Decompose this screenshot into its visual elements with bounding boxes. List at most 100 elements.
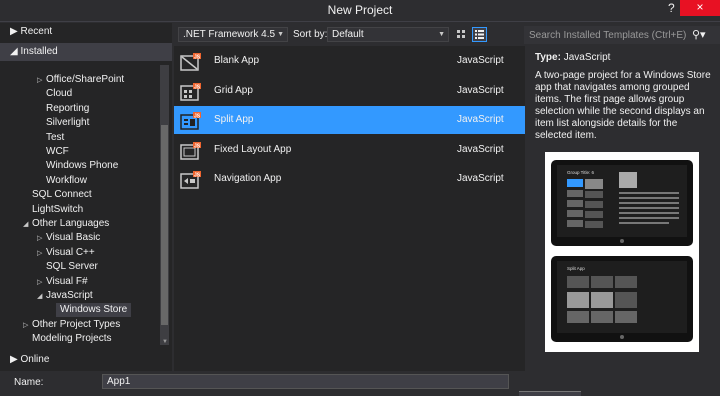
tree-item-label: Reporting <box>46 102 90 114</box>
template-row[interactable]: JS Blank App JavaScript <box>174 47 525 75</box>
tree-item-label: Test <box>46 131 65 143</box>
tree-item[interactable]: Windows Store <box>56 303 132 318</box>
tree-item-label: Installed <box>20 46 58 57</box>
tree-item-label: Workflow <box>46 174 87 186</box>
tree-item[interactable]: SQL Server <box>46 260 98 274</box>
expand-arrow-icon[interactable]: ▷ <box>37 232 46 246</box>
template-type: Type: JavaScript <box>535 52 610 63</box>
sort-select[interactable]: Default ▼ <box>327 27 449 42</box>
tree-item-label: Cloud <box>46 88 73 100</box>
tree-item-label: WCF <box>46 146 69 157</box>
template-language: JavaScript <box>457 143 504 155</box>
tree-item[interactable]: SQL Connect <box>32 188 92 202</box>
list-view-button[interactable] <box>472 27 487 42</box>
tree-item-label: Online <box>20 354 50 365</box>
template-row[interactable]: JS Grid App JavaScript <box>174 77 525 105</box>
tree-item-label: Office/SharePoint <box>46 74 125 85</box>
preview-bottom-title: Split App <box>567 266 585 271</box>
template-name: Navigation App <box>214 173 282 184</box>
scrollbar-thumb[interactable] <box>161 125 168 325</box>
help-button[interactable]: ? <box>668 1 675 15</box>
tree-item[interactable]: ▷ Office/SharePoint <box>37 73 124 87</box>
template-name: Split App <box>214 114 254 125</box>
tree-item[interactable]: ◢ JavaScript <box>37 289 93 303</box>
template-name: Fixed Layout App <box>214 143 292 155</box>
tile-view-button[interactable] <box>454 27 469 42</box>
list-view-icon <box>475 30 484 39</box>
tree-item-label: LightSwitch <box>32 203 84 215</box>
template-row[interactable]: JS Fixed Layout App JavaScript <box>174 136 525 164</box>
tree-item[interactable]: ◢ Other Languages <box>23 217 109 231</box>
browse-button[interactable] <box>519 391 581 396</box>
title-bar: New Project ? × <box>0 0 720 22</box>
svg-text:JS: JS <box>194 113 201 119</box>
framework-value: .NET Framework 4.5 <box>183 29 276 40</box>
type-label: Type: <box>535 52 561 63</box>
tree-item[interactable]: WCF <box>46 145 69 159</box>
svg-text:JS: JS <box>194 143 201 149</box>
tree-item[interactable]: ▷ Visual F# <box>37 275 88 289</box>
tree-item[interactable]: LightSwitch <box>32 203 83 217</box>
tree-item-installed[interactable]: ◢ Installed <box>0 43 172 61</box>
blank-app-icon: JS <box>180 53 202 71</box>
template-language: JavaScript <box>457 55 504 66</box>
split-app-icon: JS <box>180 112 202 130</box>
tree-item[interactable]: Silverlight <box>46 116 89 130</box>
tree-item-label: Windows Store <box>60 304 128 316</box>
tree-item[interactable]: Modeling Projects <box>32 332 111 346</box>
project-form: Name: App1 <box>0 371 720 396</box>
tree-item[interactable]: ▷ Visual Basic <box>37 231 100 245</box>
expand-arrow-icon: ▶ <box>10 26 18 37</box>
search-input[interactable]: Search Installed Templates (Ctrl+E) ⚲▾ <box>524 26 720 44</box>
framework-select[interactable]: .NET Framework 4.5 ▼ <box>178 27 288 42</box>
collapse-arrow-icon[interactable]: ◢ <box>37 290 46 304</box>
tree-item-recent[interactable]: ▶ Recent <box>0 23 172 41</box>
chevron-down-icon: ▼ <box>277 31 284 38</box>
tree-item-label: Visual F# <box>46 275 88 287</box>
window-title: New Project <box>327 3 393 17</box>
toolbar: .NET Framework 4.5 ▼ Sort by: Default ▼ … <box>174 23 720 45</box>
collapse-arrow-icon[interactable]: ◢ <box>23 218 32 232</box>
tree-item-label: SQL Server <box>46 261 98 273</box>
svg-text:JS: JS <box>194 84 201 90</box>
tree-item-label: Visual C++ <box>46 246 95 258</box>
tree-item[interactable]: Windows Phone <box>46 159 118 173</box>
expand-arrow-icon[interactable]: ▷ <box>37 276 46 290</box>
tree-item-label: SQL Connect <box>32 189 92 201</box>
tree-item[interactable]: Test <box>46 131 64 145</box>
template-row[interactable]: JS Split App JavaScript <box>174 106 525 134</box>
project-name-input[interactable]: App1 <box>102 374 509 389</box>
tree-item-label: Modeling Projects <box>32 333 112 345</box>
svg-text:JS: JS <box>194 54 201 60</box>
name-label: Name: <box>14 377 44 388</box>
tree-scrollbar[interactable] <box>160 65 169 345</box>
tree-item-online[interactable]: ▶ Online <box>0 351 172 369</box>
tree-item-label: Windows Phone <box>46 160 119 172</box>
template-tree: ▶ Recent ◢ Installed ▷ Office/SharePoint C… <box>0 23 172 371</box>
close-button[interactable]: × <box>680 0 720 16</box>
tree-item[interactable]: Cloud <box>46 87 72 101</box>
template-info-panel: Type: JavaScript A two-page project for … <box>526 46 720 371</box>
template-name: Grid App <box>214 84 253 96</box>
type-value: JavaScript <box>563 52 611 63</box>
expand-arrow-icon[interactable]: ▷ <box>23 319 32 333</box>
navigation-app-icon: JS <box>180 171 202 189</box>
template-row[interactable]: JS Navigation App JavaScript <box>174 165 525 193</box>
search-placeholder: Search Installed Templates (Ctrl+E) <box>529 30 687 41</box>
tree-item[interactable]: Reporting <box>46 102 89 116</box>
tree-item[interactable]: ▷ Other Project Types <box>23 318 120 332</box>
sort-value: Default <box>332 29 364 40</box>
expand-arrow-icon[interactable]: ▷ <box>37 247 46 261</box>
template-list: JS Blank App JavaScript JS Grid App JavaScrip… <box>174 46 525 371</box>
sort-label: Sort by: <box>293 29 328 40</box>
template-name: Blank App <box>214 55 260 66</box>
tree-item[interactable]: Workflow <box>46 174 87 188</box>
search-icon[interactable]: ⚲▾ <box>692 28 706 41</box>
expand-arrow-icon[interactable]: ▷ <box>37 74 46 88</box>
grid-view-icon <box>457 30 465 38</box>
svg-text:JS: JS <box>194 172 201 178</box>
tree-item[interactable]: ▷ Visual C++ <box>37 246 95 260</box>
tree-item-label: Silverlight <box>46 117 90 129</box>
scroll-down-icon[interactable]: ▼ <box>162 339 168 345</box>
template-language: JavaScript <box>457 173 504 184</box>
